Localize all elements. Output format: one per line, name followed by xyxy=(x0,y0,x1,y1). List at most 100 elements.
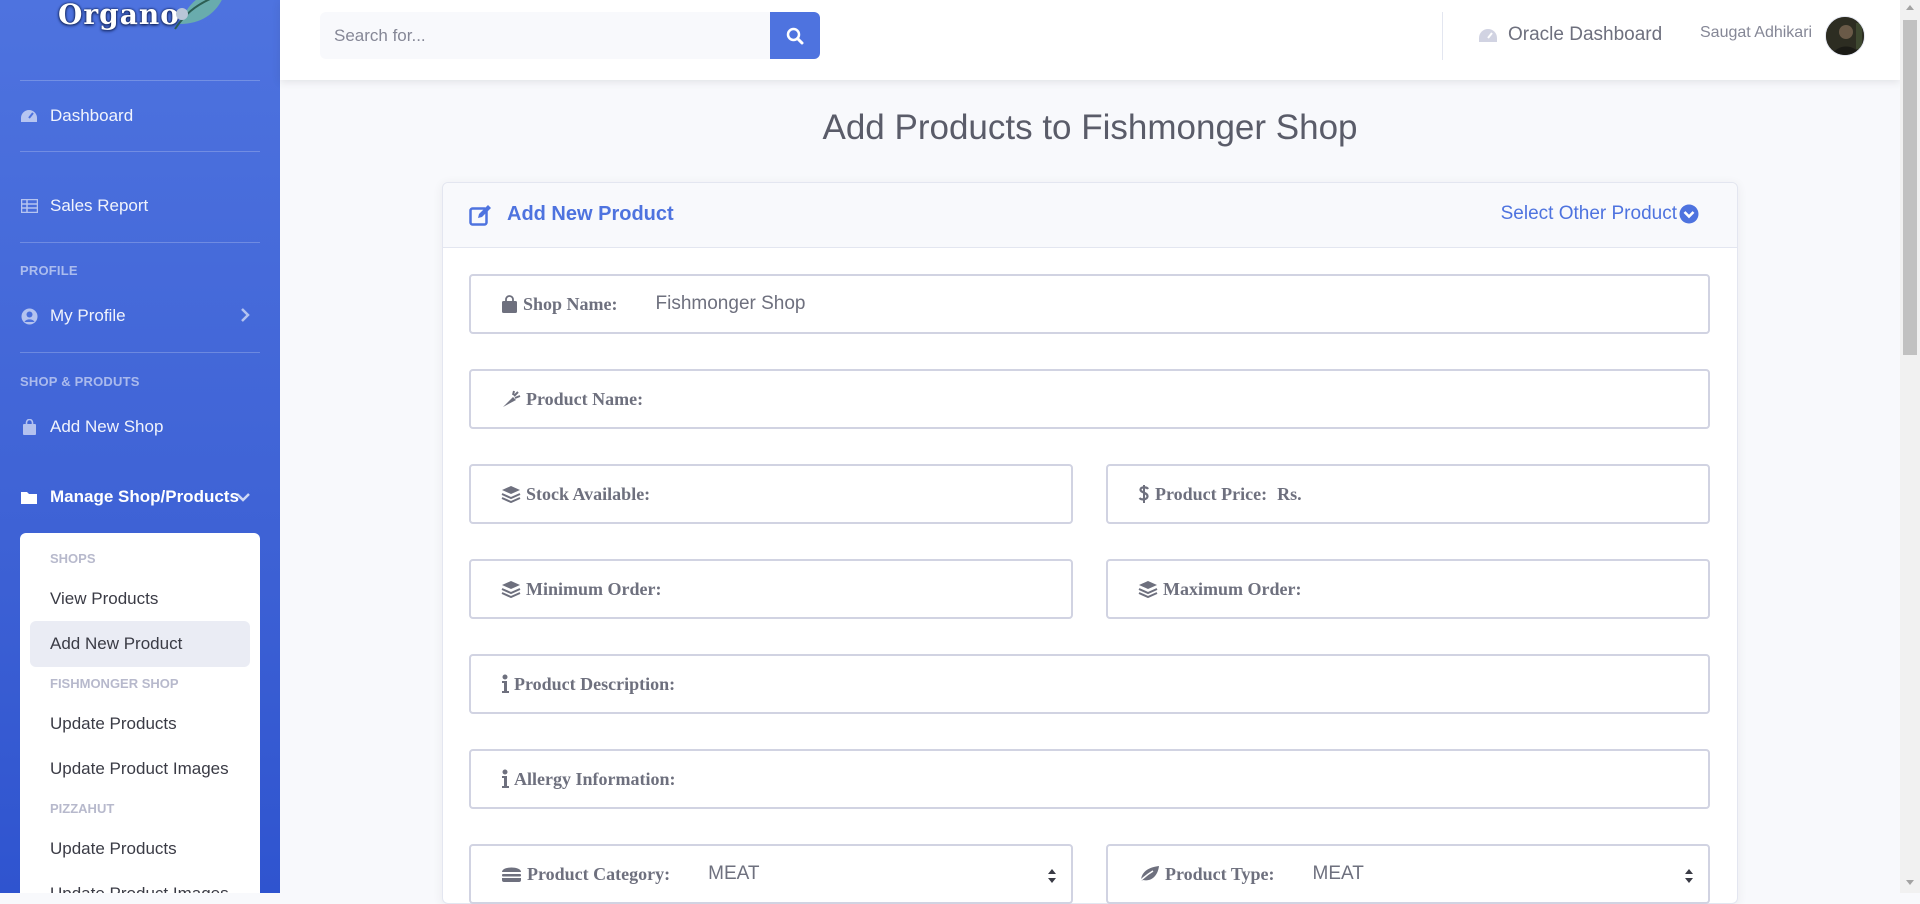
sidebar: Organo Dashboard Sales Report PROFILE My… xyxy=(0,0,280,893)
info-icon xyxy=(501,674,509,694)
scrollbar-thumb[interactable] xyxy=(1903,20,1917,355)
product-price-input[interactable] xyxy=(1311,465,1708,523)
sidebar-item-sales-report[interactable]: Sales Report xyxy=(20,190,260,222)
layer-group-icon xyxy=(501,485,521,503)
sidebar-item-label: Manage Shop/Products xyxy=(50,487,239,506)
stock-available-input[interactable] xyxy=(670,465,1071,523)
maximum-order-label-text: Maximum Order: xyxy=(1163,578,1302,599)
product-name-label-text: Product Name: xyxy=(526,388,644,409)
oracle-dashboard-label: Oracle Dashboard xyxy=(1508,24,1663,45)
product-name-field: Product Name: xyxy=(469,369,1710,429)
scroll-up-arrow-icon[interactable] xyxy=(1906,5,1914,10)
chevron-circle-down-icon xyxy=(1679,204,1699,224)
product-type-label-text: Product Type: xyxy=(1165,863,1275,884)
stock-available-field: Stock Available: xyxy=(469,464,1073,524)
submenu-heading-shops: SHOPS xyxy=(50,551,96,566)
sidebar-item-dashboard[interactable]: Dashboard xyxy=(20,100,260,132)
tachometer-icon xyxy=(1479,28,1497,42)
product-price-field: Product Price: Rs. xyxy=(1106,464,1710,524)
product-price-label-text: Product Price: xyxy=(1155,483,1268,504)
info-icon xyxy=(501,769,509,789)
leaf-icon xyxy=(1138,865,1160,883)
shop-name-value: Fishmonger Shop xyxy=(655,293,806,314)
stock-available-label-text: Stock Available: xyxy=(526,483,651,504)
manage-shop-submenu: SHOPS View Products Add New Product FISH… xyxy=(20,533,260,893)
product-price-label: Product Price: Rs. xyxy=(1138,484,1302,505)
card-title-text: Add New Product xyxy=(507,203,674,225)
product-type-field[interactable]: Product Type: MEAT xyxy=(1106,844,1710,904)
stock-available-label: Stock Available: xyxy=(501,484,650,505)
minimum-order-label-text: Minimum Order: xyxy=(526,578,662,599)
allergy-information-label: Allergy Information: xyxy=(501,769,675,790)
dollar-sign-icon xyxy=(1138,484,1150,504)
product-name-input[interactable] xyxy=(663,370,1708,428)
sidebar-item-manage-shop[interactable]: Manage Shop/Products xyxy=(20,481,260,513)
shopping-bag-icon xyxy=(20,418,38,436)
price-currency: Rs. xyxy=(1277,483,1302,504)
product-description-label-text: Product Description: xyxy=(514,673,676,694)
maximum-order-input[interactable] xyxy=(1321,560,1708,618)
sidebar-item-label: Sales Report xyxy=(50,196,149,215)
brand-logo[interactable]: Organo xyxy=(50,0,222,56)
edit-icon xyxy=(469,204,491,226)
shop-name-label: Shop Name: xyxy=(501,294,618,315)
product-name-label: Product Name: xyxy=(501,389,643,410)
product-category-label-text: Product Category: xyxy=(527,863,671,884)
submenu-item-fm-update-products[interactable]: Update Products xyxy=(30,701,250,747)
product-category-field[interactable]: Product Category: MEAT xyxy=(469,844,1073,904)
sidebar-item-label: Add New Shop xyxy=(50,417,164,436)
page-scrollbar[interactable] xyxy=(1900,0,1920,893)
search-icon xyxy=(786,27,804,44)
maximum-order-label: Maximum Order: xyxy=(1138,579,1301,600)
select-other-product-dropdown[interactable]: Select Other Product xyxy=(1501,203,1699,225)
search-button[interactable] xyxy=(770,12,820,59)
select-arrows-icon xyxy=(1685,869,1693,883)
carrot-icon xyxy=(501,390,521,408)
product-category-select[interactable]: MEAT xyxy=(708,863,1071,885)
folder-icon xyxy=(20,488,38,506)
tachometer-icon xyxy=(20,107,38,125)
product-type-label: Product Type: xyxy=(1138,864,1275,885)
layer-group-icon xyxy=(501,580,521,598)
sidebar-item-my-profile[interactable]: My Profile xyxy=(20,300,260,332)
layer-group-icon xyxy=(1138,580,1158,598)
product-category-label: Product Category: xyxy=(501,864,670,885)
select-arrows-icon xyxy=(1048,869,1056,883)
product-type-select[interactable]: MEAT xyxy=(1313,863,1708,885)
user-circle-icon xyxy=(20,307,38,325)
minimum-order-field: Minimum Order: xyxy=(469,559,1073,619)
sidebar-item-add-new-shop[interactable]: Add New Shop xyxy=(20,411,260,443)
avatar[interactable] xyxy=(1825,16,1865,56)
search-input[interactable] xyxy=(320,12,770,59)
sidebar-heading-shop: SHOP & PRODUTS xyxy=(20,374,140,389)
product-description-label: Product Description: xyxy=(501,674,675,695)
maximum-order-field: Maximum Order: xyxy=(1106,559,1710,619)
submenu-item-add-new-product[interactable]: Add New Product xyxy=(30,621,250,667)
submenu-item-ph-update-images[interactable]: Update Product Images xyxy=(30,871,250,893)
table-icon xyxy=(20,197,38,215)
submenu-heading-fishmonger: FISHMONGER SHOP xyxy=(50,676,179,691)
allergy-information-field: Allergy Information: xyxy=(469,749,1710,809)
sidebar-divider xyxy=(20,80,260,81)
allergy-information-input[interactable] xyxy=(695,750,1708,808)
submenu-item-fm-update-images[interactable]: Update Product Images xyxy=(30,746,250,792)
card-header: Add New Product Select Other Product xyxy=(443,183,1737,248)
shop-name-label-text: Shop Name: xyxy=(523,293,618,314)
select-other-product-label: Select Other Product xyxy=(1500,203,1677,224)
chevron-down-icon xyxy=(236,493,250,502)
card-title: Add New Product xyxy=(469,203,674,226)
leaf-logo-icon xyxy=(174,0,222,30)
sidebar-item-label: My Profile xyxy=(50,306,126,325)
submenu-item-ph-update-products[interactable]: Update Products xyxy=(30,826,250,872)
user-name[interactable]: Saugat Adhikari xyxy=(1700,24,1812,42)
user-photo xyxy=(1826,17,1864,55)
submenu-heading-pizzahut: PIZZAHUT xyxy=(50,801,115,816)
page-title: Add Products to Fishmonger Shop xyxy=(822,108,1358,147)
submenu-item-view-products[interactable]: View Products xyxy=(30,576,250,622)
product-description-input[interactable] xyxy=(695,655,1708,713)
topbar-divider xyxy=(1442,12,1443,60)
sidebar-divider xyxy=(20,242,260,243)
scroll-down-arrow-icon[interactable] xyxy=(1906,880,1914,885)
oracle-dashboard-link[interactable]: Oracle Dashboard xyxy=(1478,20,1662,50)
minimum-order-input[interactable] xyxy=(681,560,1071,618)
